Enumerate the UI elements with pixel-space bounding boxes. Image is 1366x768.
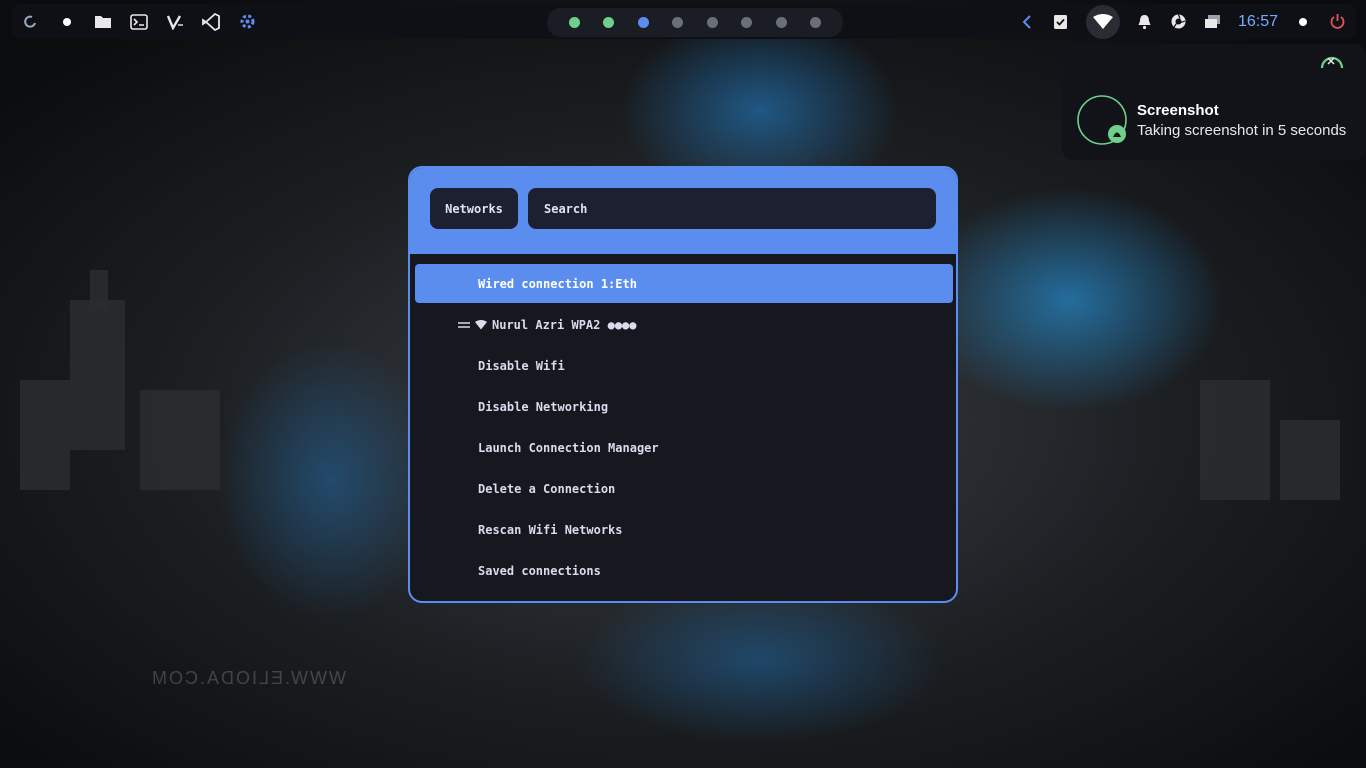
top-bar: 16:57 <box>12 4 1356 39</box>
list-item-label: Disable Wifi <box>478 358 565 373</box>
screenshot-timer-icon <box>1076 94 1128 146</box>
list-item[interactable]: Nurul Azri WPA2 ●●●● <box>415 305 953 344</box>
chevron-left-icon[interactable] <box>1018 13 1036 31</box>
screenshot-notification: Screenshot Taking screenshot in 5 second… <box>1062 44 1366 160</box>
network-menu: Networks Wired connection 1:Eth Nurul Az… <box>408 166 958 603</box>
vscode-icon[interactable] <box>202 12 220 31</box>
list-item[interactable]: Saved connections <box>415 551 953 590</box>
list-item[interactable]: Disable Wifi <box>415 346 953 385</box>
power-icon[interactable] <box>1328 13 1346 31</box>
workspace-dot[interactable] <box>706 17 718 28</box>
skyline-building <box>140 390 220 490</box>
workspace-dot[interactable] <box>568 17 580 28</box>
list-item-label: Delete a Connection <box>478 481 616 496</box>
close-icon <box>1320 56 1344 69</box>
list-item-label: Launch Connection Manager <box>478 440 659 455</box>
debian-logo-icon[interactable] <box>22 13 40 31</box>
workspace-dot[interactable] <box>672 17 684 28</box>
settings-gear-icon[interactable] <box>238 13 256 31</box>
list-item[interactable]: Delete a Connection <box>415 469 953 508</box>
wifi-icon <box>1092 13 1113 29</box>
list-item-label: Nurul Azri WPA2 ●●●● <box>492 317 637 332</box>
network-search-input[interactable] <box>528 188 936 229</box>
workspace-switcher <box>547 8 843 37</box>
camera-shutter-icon[interactable] <box>1170 13 1188 31</box>
window-switch-icon[interactable] <box>1204 13 1222 31</box>
list-item[interactable]: Wired connection 1:Eth <box>415 264 953 303</box>
wifi-button[interactable] <box>1085 4 1120 39</box>
skyline-building <box>1280 420 1340 500</box>
equals-icon <box>458 321 470 328</box>
connected-indicator <box>457 305 487 344</box>
network-options-list: Wired connection 1:Eth Nurul Azri WPA2 ●… <box>415 264 953 592</box>
list-item[interactable]: Disable Networking <box>415 387 953 426</box>
system-tray: 16:57 <box>1018 4 1346 39</box>
networks-mode-button[interactable]: Networks <box>430 188 518 229</box>
dot-icon[interactable] <box>58 13 76 31</box>
list-item-label: Disable Networking <box>478 399 609 414</box>
launcher-group <box>22 4 256 39</box>
list-item-label: Rescan Wifi Networks <box>478 522 623 537</box>
list-item[interactable]: Launch Connection Manager <box>415 428 953 467</box>
status-dot-icon[interactable] <box>1294 13 1312 31</box>
workspace-dot[interactable] <box>741 17 753 28</box>
network-menu-header: Networks <box>410 168 956 254</box>
list-item[interactable]: Rescan Wifi Networks <box>415 510 953 549</box>
workspace-dot[interactable] <box>603 17 615 28</box>
notification-close-button[interactable] <box>1318 52 1346 74</box>
list-item-label: Wired connection 1:Eth <box>478 276 637 291</box>
skyline-building <box>1200 380 1270 500</box>
workspace-dot[interactable] <box>810 17 822 28</box>
vim-icon[interactable] <box>166 13 184 31</box>
workspace-dot[interactable] <box>637 17 649 28</box>
bell-icon[interactable] <box>1136 13 1154 31</box>
terminal-icon[interactable] <box>130 13 148 31</box>
workspace-dot[interactable] <box>775 17 787 28</box>
clock[interactable]: 16:57 <box>1238 13 1278 31</box>
skyline-building <box>70 300 125 450</box>
desktop-watermark: WWW.ELIODA.COM <box>150 668 346 688</box>
notification-body: Taking screenshot in 5 seconds <box>1137 122 1347 139</box>
list-item-label: Saved connections <box>478 563 601 578</box>
wifi-icon <box>475 319 487 329</box>
skyline-building <box>20 380 70 490</box>
skyline-building <box>90 270 108 310</box>
checklist-icon[interactable] <box>1052 13 1070 31</box>
notification-title: Screenshot <box>1137 102 1219 119</box>
folder-icon[interactable] <box>94 13 112 31</box>
